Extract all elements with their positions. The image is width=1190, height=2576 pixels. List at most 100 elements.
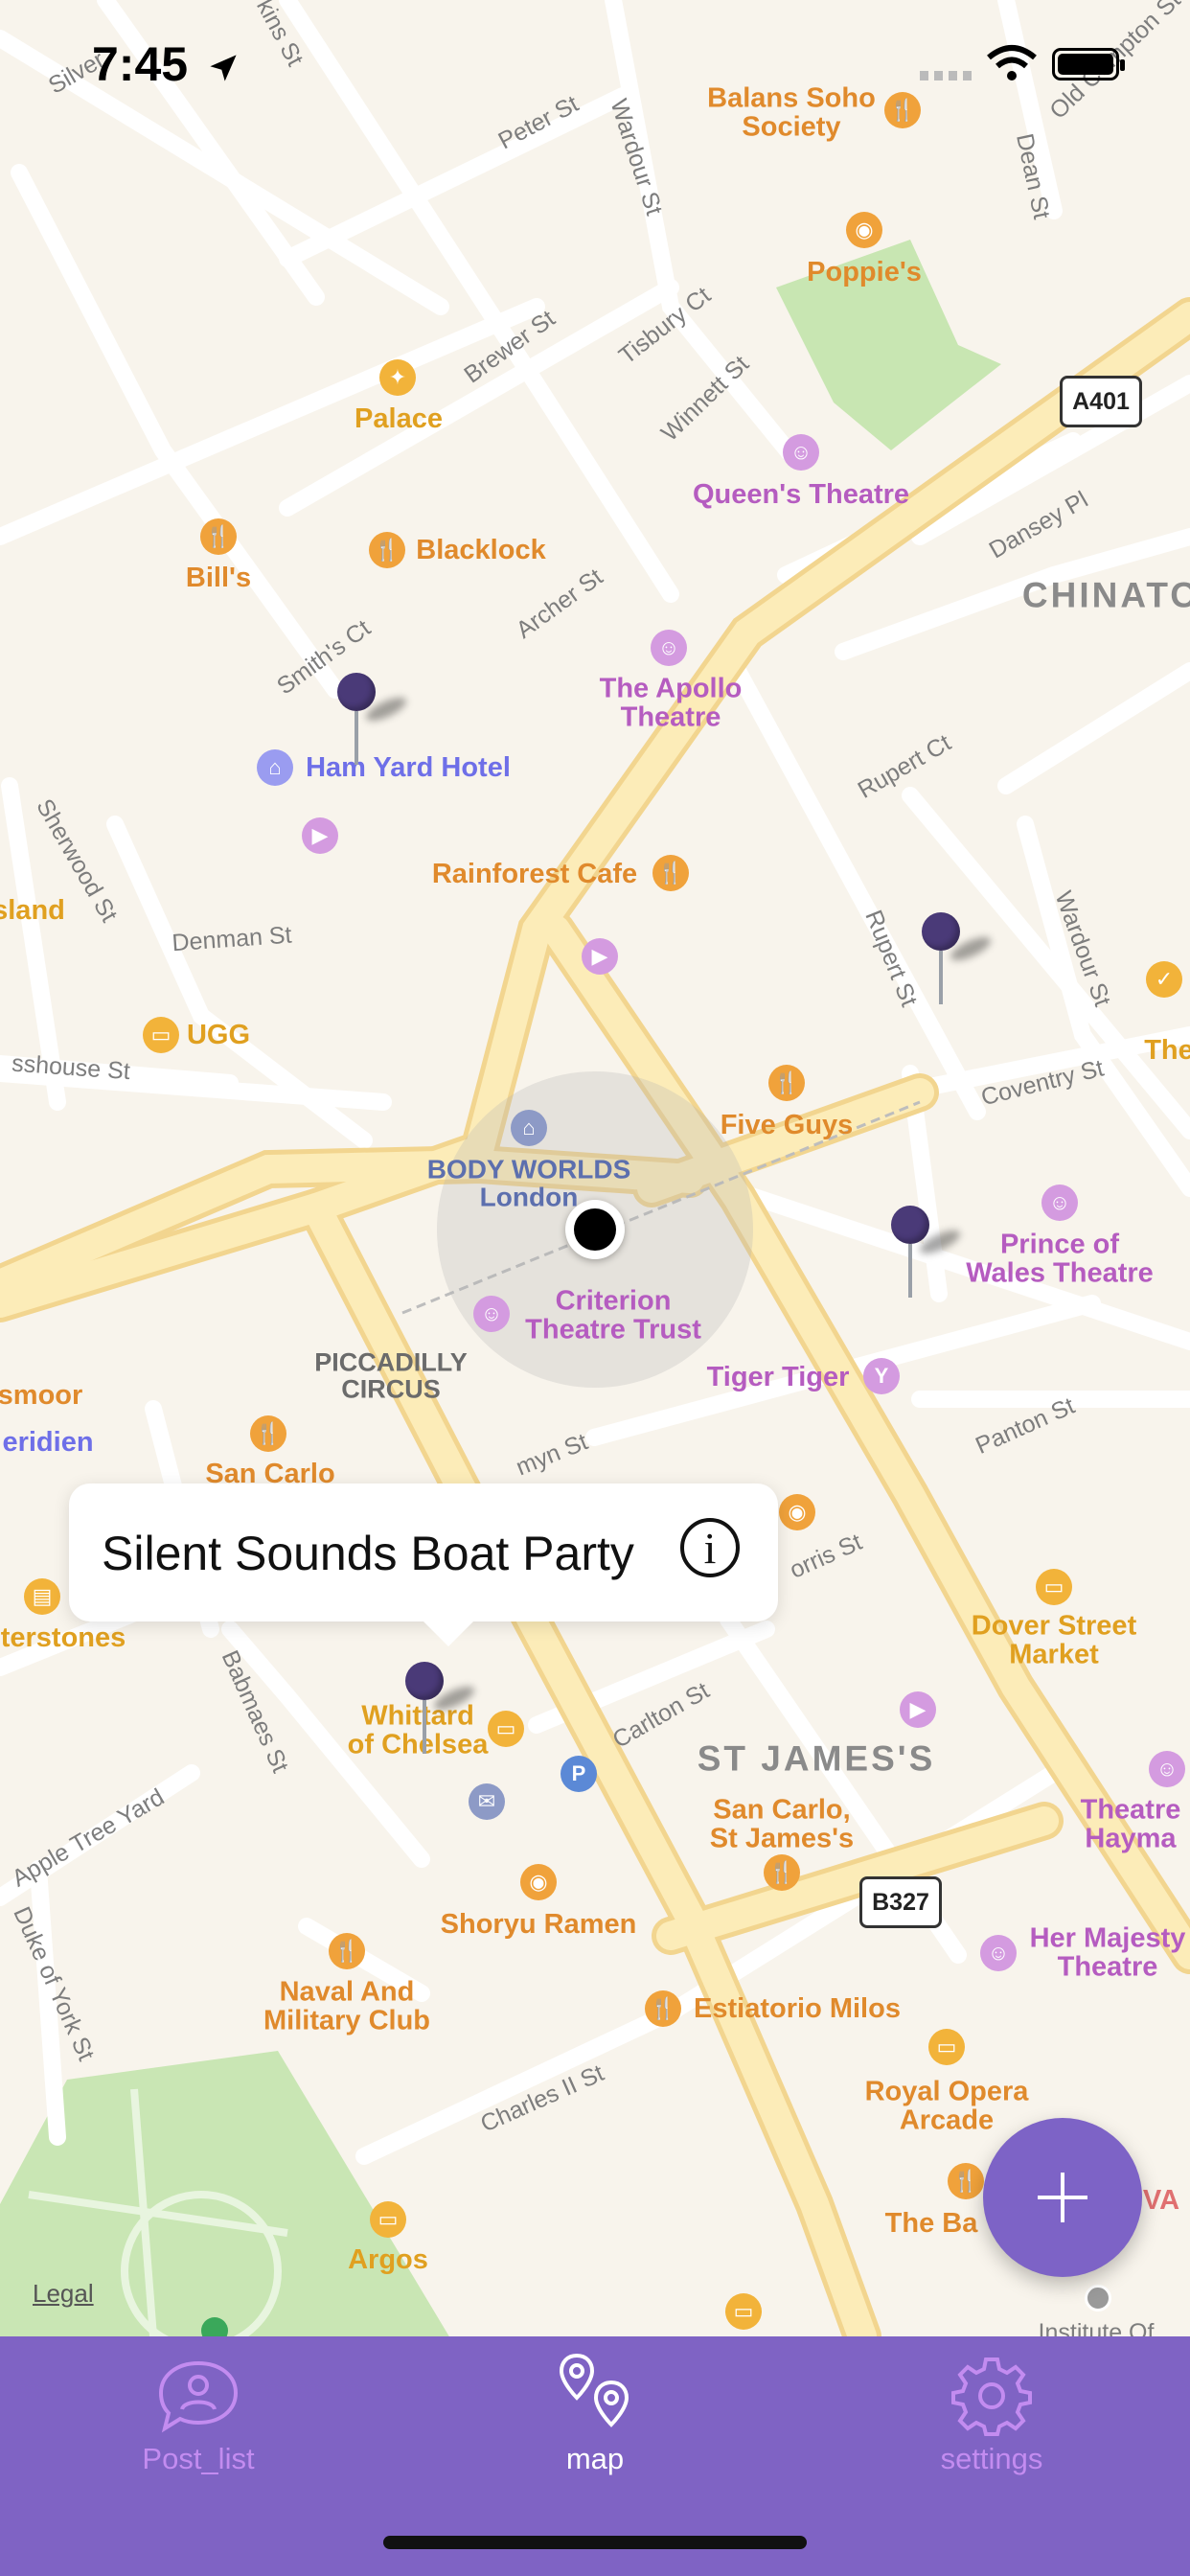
tab-settings[interactable]: settings xyxy=(793,2336,1190,2518)
poi-label: smoor xyxy=(0,1379,83,1411)
theatre-masks-icon: ☺ xyxy=(980,1935,1017,1971)
info-icon: i xyxy=(703,1523,717,1573)
map-dot-icon xyxy=(1085,2285,1111,2312)
battery-icon xyxy=(1052,48,1125,80)
poi-label: Blacklock xyxy=(416,534,546,565)
tab-map[interactable]: map xyxy=(397,2336,793,2518)
bag-icon: ▭ xyxy=(725,2293,762,2330)
status-time: 7:45 xyxy=(92,36,240,92)
dining-icon: ◉ xyxy=(779,1494,815,1530)
poi-label: Five Guys xyxy=(720,1109,854,1140)
bed-icon: ⌂ xyxy=(257,749,293,786)
bag-icon: ▭ xyxy=(488,1711,524,1747)
dining-icon: ◉ xyxy=(846,212,882,248)
event-pin[interactable] xyxy=(922,912,995,1004)
tab-label: settings xyxy=(940,2442,1043,2475)
poi-label: eridien xyxy=(2,1426,94,1458)
map-view[interactable]: A401 B327 🍴 ◉ ✦ ☺ 🍴 🍴 ☺ ⌂ ▶ 🍴 ▶ ▭ ✓ 🍴 ⌂ … xyxy=(0,0,1190,2336)
tab-label: map xyxy=(565,2442,625,2475)
gear-icon xyxy=(951,2358,1032,2436)
poi-label: Institute Of xyxy=(1038,2318,1155,2336)
poi-label: The xyxy=(1144,1034,1190,1066)
poi-label: Estiatorio Milos xyxy=(694,1992,901,2024)
fork-knife-icon: 🍴 xyxy=(948,2163,984,2199)
theatre-masks-icon: ☺ xyxy=(651,630,687,666)
poi-label: Queen's Theatre xyxy=(692,478,910,510)
poi-label: The Ba xyxy=(884,2207,978,2239)
poi-label: Royal Opera Arcade xyxy=(864,2076,1029,2136)
poi-label: Theatre Hayma xyxy=(1080,1794,1181,1854)
poi-label: Palace xyxy=(355,402,443,434)
poi-label: VA xyxy=(1142,2184,1180,2216)
basket-icon: ✓ xyxy=(1146,961,1182,998)
poi-label: Tiger Tiger xyxy=(706,1361,850,1392)
pin-callout[interactable]: Silent Sounds Boat Party i xyxy=(69,1484,778,1646)
add-post-button[interactable] xyxy=(983,2118,1142,2277)
theatre-masks-icon: ☺ xyxy=(1149,1751,1185,1787)
poi-label: Shoryu Ramen xyxy=(440,1908,637,1940)
park-marker-icon xyxy=(201,2317,228,2336)
event-pin[interactable] xyxy=(337,673,410,765)
book-icon: ▤ xyxy=(24,1578,60,1615)
cocktail-icon: Y xyxy=(863,1358,900,1394)
camera-icon: ▶ xyxy=(900,1691,936,1728)
fork-knife-icon: 🍴 xyxy=(768,1065,805,1101)
poi-label: Her Majesty Theatre xyxy=(1029,1922,1186,1983)
bag-icon: ▭ xyxy=(928,2029,965,2065)
bag-icon: ▭ xyxy=(1036,1569,1072,1605)
camera-icon: ▶ xyxy=(302,817,338,854)
bag-icon: ▭ xyxy=(143,1017,179,1053)
road-badge-a401: A401 xyxy=(1060,376,1142,427)
event-pin-selected[interactable] xyxy=(405,1662,478,1754)
info-button[interactable]: i xyxy=(680,1518,740,1577)
poi-label: BODY WORLDS London xyxy=(426,1154,631,1212)
poi-label: Rainforest Cafe xyxy=(431,858,638,889)
road-badge-b327: B327 xyxy=(859,1876,942,1928)
theatre-masks-icon: ☺ xyxy=(1041,1184,1078,1221)
tab-label: Post_list xyxy=(142,2442,255,2475)
piccadilly-label: PICCADILLY CIRCUS xyxy=(314,1347,468,1404)
poi-label: Criterion Theatre Trust xyxy=(525,1285,701,1346)
wifi-icon xyxy=(987,45,1037,80)
signal-icon xyxy=(920,71,973,80)
bag-icon: ▭ xyxy=(370,2201,406,2238)
theatre-masks-icon: ☺ xyxy=(783,434,819,471)
fork-knife-icon: 🍴 xyxy=(652,855,689,891)
poi-label: Dover Street Market xyxy=(971,1610,1137,1670)
fork-knife-icon: 🍴 xyxy=(250,1415,286,1452)
fork-knife-icon: 🍴 xyxy=(645,1990,681,2027)
district-label: CHINATO xyxy=(1021,575,1190,615)
poi-label: Poppie's xyxy=(807,256,922,288)
poi-label: The Apollo Theatre xyxy=(599,673,743,733)
poi-label: Prince of Wales Theatre xyxy=(966,1229,1154,1289)
poi-label: Argos xyxy=(348,2243,428,2275)
poi-label: Ham Yard Hotel xyxy=(306,751,511,783)
fork-knife-icon: 🍴 xyxy=(369,532,405,568)
tab-post-list[interactable]: Post_list xyxy=(0,2336,397,2518)
camera-icon: ▶ xyxy=(582,938,618,975)
location-arrow-icon xyxy=(210,55,237,81)
poi-label: San Carlo, St James's xyxy=(709,1794,855,1854)
legal-link[interactable]: Legal xyxy=(33,2279,94,2309)
event-pin[interactable] xyxy=(891,1206,964,1298)
theatre-masks-icon: ☺ xyxy=(473,1296,510,1332)
home-indicator xyxy=(383,2536,807,2549)
map-pins-icon xyxy=(559,2353,629,2427)
mail-icon: ✉ xyxy=(469,1783,505,1820)
poi-label: UGG xyxy=(186,1019,251,1050)
fork-knife-icon: 🍴 xyxy=(329,1933,365,1969)
poi-label: Bill's xyxy=(185,562,252,593)
parking-icon: P xyxy=(561,1756,597,1792)
callout-title: Silent Sounds Boat Party xyxy=(102,1527,634,1580)
fork-knife-icon: 🍴 xyxy=(200,518,237,555)
museum-icon: ⌂ xyxy=(511,1110,547,1146)
fork-knife-icon: 🍴 xyxy=(764,1854,800,1891)
dining-icon: ◉ xyxy=(520,1864,557,1900)
plus-icon xyxy=(1038,2173,1087,2222)
status-bar: 7:45 xyxy=(0,0,1190,125)
poi-label: sland xyxy=(0,894,65,926)
district-label: ST JAMES'S xyxy=(697,1738,936,1779)
shirt-icon: ✦ xyxy=(379,359,416,396)
person-bubble-icon xyxy=(158,2360,239,2433)
poi-label: Naval And Military Club xyxy=(263,1976,431,2036)
